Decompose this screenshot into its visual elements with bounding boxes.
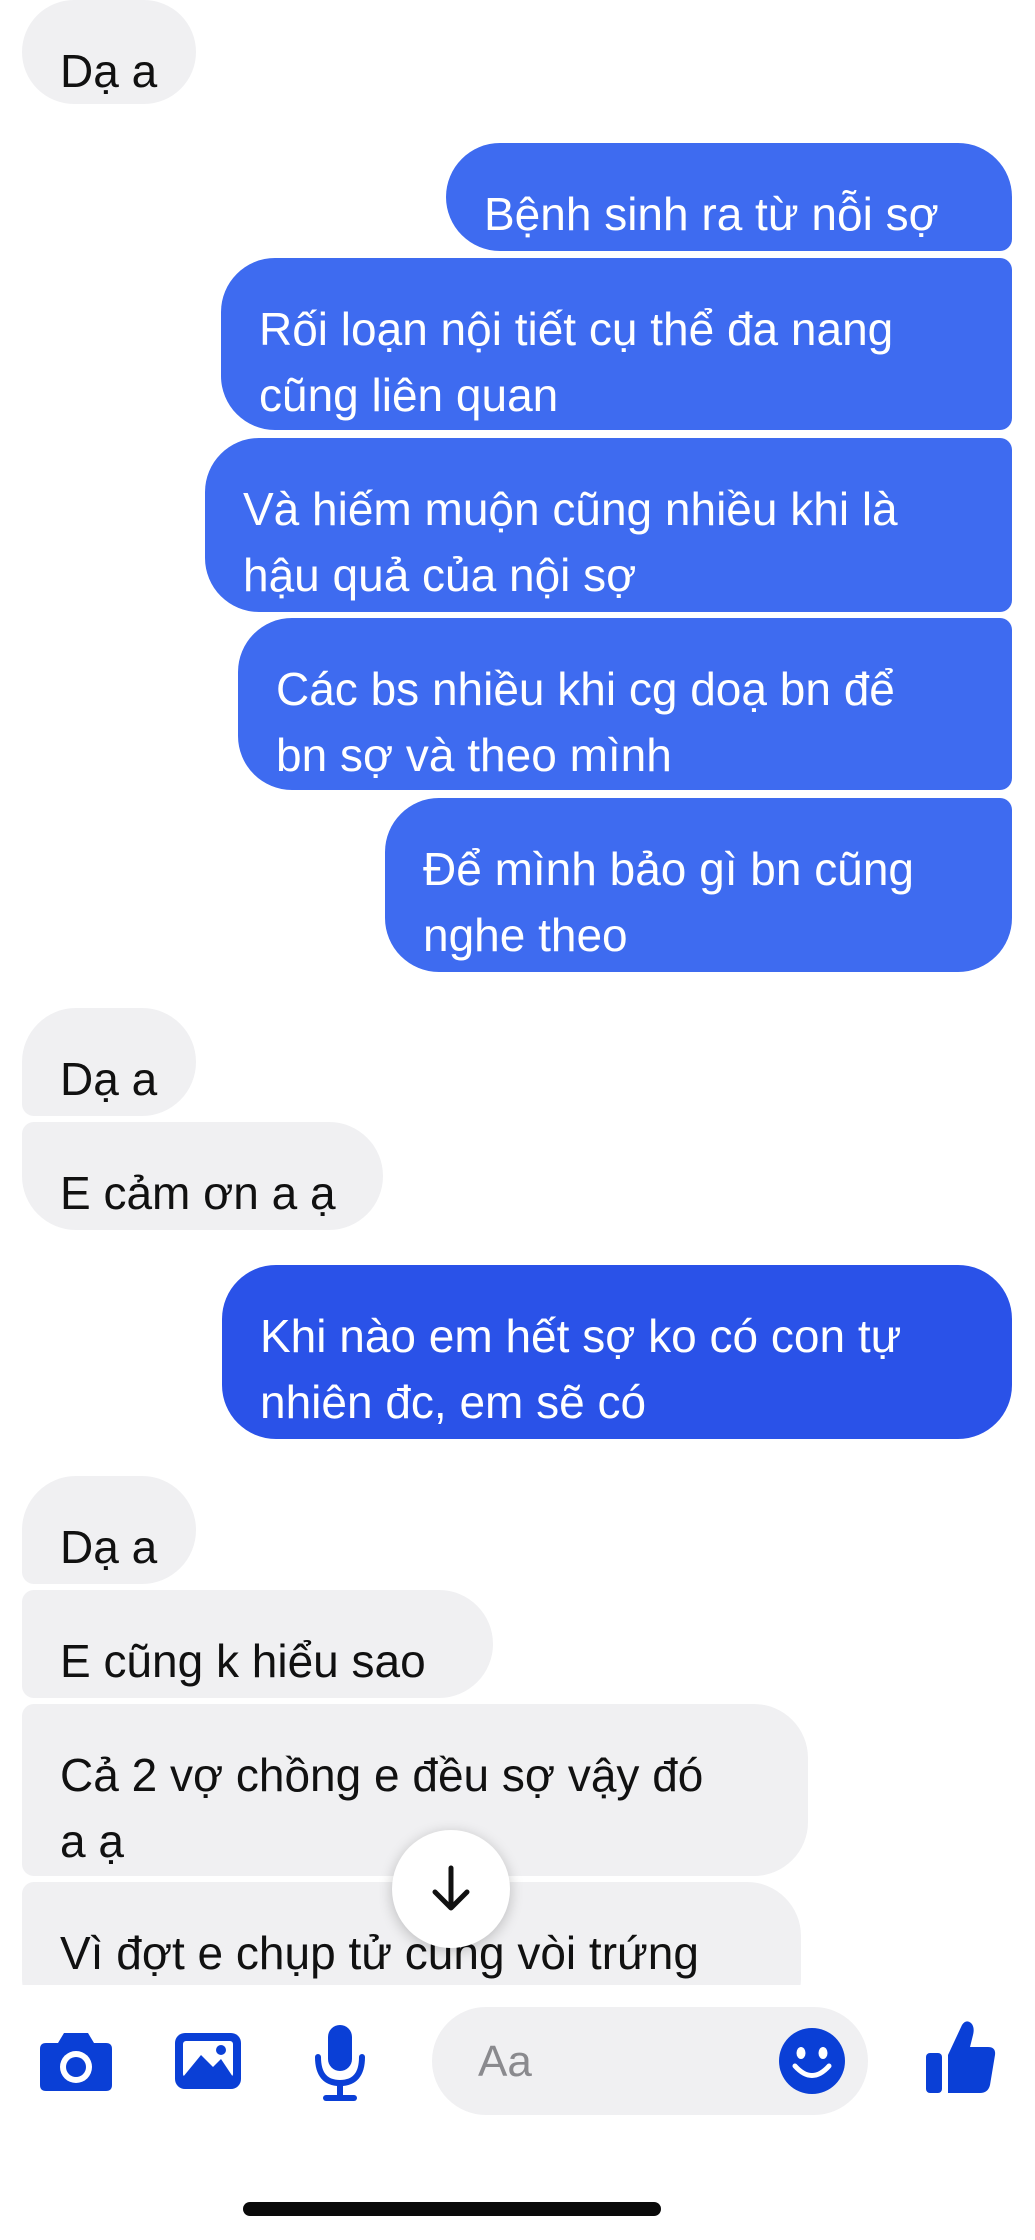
message-outgoing[interactable]: Để mình bảo gì bn cũng nghe theo <box>385 798 1012 972</box>
message-incoming[interactable]: Dạ a <box>22 0 196 104</box>
image-icon <box>175 2033 241 2089</box>
message-outgoing[interactable]: Các bs nhiều khi cg doạ bn để bn sợ và t… <box>238 618 1012 790</box>
arrow-down-icon <box>432 1865 470 1911</box>
composer-bar <box>0 1985 1035 2240</box>
like-button[interactable] <box>918 2013 1004 2103</box>
message-outgoing[interactable]: Rối loạn nội tiết cụ thể đa nang cũng li… <box>221 258 1012 430</box>
message-outgoing[interactable]: Khi nào em hết sợ ko có con tự nhiên đc,… <box>222 1265 1012 1439</box>
camera-button[interactable] <box>36 2021 116 2101</box>
scroll-to-bottom-button[interactable] <box>392 1830 510 1948</box>
home-indicator <box>243 2202 661 2216</box>
message-outgoing[interactable]: Bệnh sinh ra từ nỗi sợ <box>446 143 1012 251</box>
message-incoming[interactable]: Dạ a <box>22 1476 196 1584</box>
message-incoming[interactable]: E cũng k hiểu sao <box>22 1590 493 1698</box>
gallery-button[interactable] <box>170 2021 246 2101</box>
message-incoming[interactable]: E cảm ơn a ạ <box>22 1122 383 1230</box>
thumbs-up-icon <box>926 2021 996 2093</box>
smile-icon <box>779 2028 845 2094</box>
message-input-pill <box>432 2007 868 2117</box>
messenger-chat-screen: Dạ a Bệnh sinh ra từ nỗi sợ Rối loạn nội… <box>0 0 1035 2240</box>
microphone-icon <box>315 2025 365 2101</box>
emoji-button[interactable] <box>778 2027 846 2095</box>
camera-icon <box>40 2033 112 2091</box>
microphone-button[interactable] <box>304 2021 376 2105</box>
message-outgoing[interactable]: Và hiếm muộn cũng nhiều khi là hậu quả c… <box>205 438 1012 612</box>
message-input[interactable] <box>476 2007 760 2117</box>
message-thread[interactable]: Dạ a Bệnh sinh ra từ nỗi sợ Rối loạn nội… <box>0 0 1035 1985</box>
message-incoming[interactable]: Dạ a <box>22 1008 196 1116</box>
